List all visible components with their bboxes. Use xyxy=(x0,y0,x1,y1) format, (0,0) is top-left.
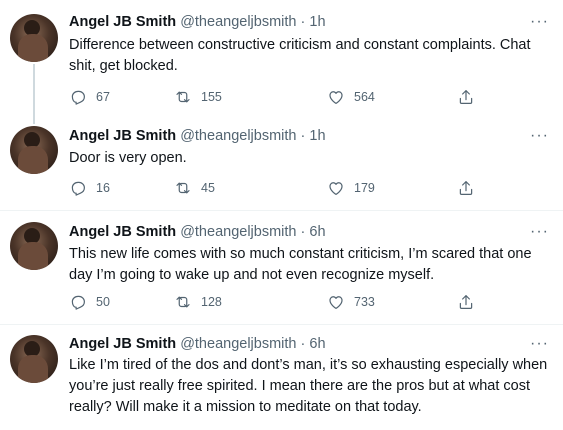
timestamp[interactable]: 1h xyxy=(309,128,325,144)
reply-icon xyxy=(71,90,85,105)
author-name[interactable]: Angel JB Smith xyxy=(69,336,176,352)
tweet-divider xyxy=(0,210,563,211)
author-name[interactable]: Angel JB Smith xyxy=(69,128,176,144)
tweet-actions: 50 128 733 xyxy=(69,292,489,312)
thread-connector xyxy=(33,64,35,124)
tweet-header: Angel JB Smith @theangeljbsmith · 6h xyxy=(69,222,326,242)
tweet-actions: 67 155 564 xyxy=(69,87,489,107)
reply-count: 16 xyxy=(96,181,110,195)
more-icon[interactable]: ··· xyxy=(530,14,549,30)
like-button[interactable]: 733 xyxy=(327,292,375,312)
reply-icon xyxy=(71,295,85,310)
author-handle[interactable]: @theangeljbsmith xyxy=(180,224,296,240)
separator: · xyxy=(296,224,310,240)
timestamp[interactable]: 6h xyxy=(309,224,325,240)
author-name[interactable]: Angel JB Smith xyxy=(69,224,176,240)
like-button[interactable]: 179 xyxy=(327,178,375,198)
reply-button[interactable]: 67 xyxy=(69,87,110,107)
like-icon xyxy=(329,296,343,309)
avatar[interactable] xyxy=(10,14,58,62)
tweet-divider xyxy=(0,324,563,325)
separator: · xyxy=(296,128,310,144)
tweet-text: Difference between constructive criticis… xyxy=(69,37,531,74)
separator: · xyxy=(296,14,310,30)
retweet-icon xyxy=(176,91,190,103)
share-icon xyxy=(459,295,473,309)
share-button[interactable] xyxy=(457,87,484,107)
share-icon xyxy=(459,90,473,104)
reply-count: 50 xyxy=(96,295,110,309)
tweet-actions: 16 45 179 xyxy=(69,178,489,198)
tweet-text: Like I’m tired of the dos and dont’s man… xyxy=(69,357,548,415)
reply-button[interactable]: 50 xyxy=(69,292,110,312)
like-count: 179 xyxy=(354,181,375,195)
tweet-header: Angel JB Smith @theangeljbsmith · 1h xyxy=(69,126,326,146)
retweet-button[interactable]: 155 xyxy=(174,87,222,107)
retweet-icon xyxy=(176,182,190,194)
timestamp[interactable]: 6h xyxy=(309,336,325,352)
share-button[interactable] xyxy=(457,178,484,198)
avatar[interactable] xyxy=(10,222,58,270)
timestamp[interactable]: 1h xyxy=(309,14,325,30)
more-icon[interactable]: ··· xyxy=(530,224,549,240)
tweet-header: Angel JB Smith @theangeljbsmith · 6h xyxy=(69,334,326,354)
author-name[interactable]: Angel JB Smith xyxy=(69,14,176,30)
share-icon xyxy=(459,181,473,195)
like-button[interactable]: 564 xyxy=(327,87,375,107)
more-icon[interactable]: ··· xyxy=(530,336,549,352)
retweet-button[interactable]: 45 xyxy=(174,178,215,198)
tweet-text: This new life comes with so much constan… xyxy=(69,246,532,283)
like-count: 733 xyxy=(354,295,375,309)
author-handle[interactable]: @theangeljbsmith xyxy=(180,336,296,352)
retweet-count: 45 xyxy=(201,181,215,195)
retweet-count: 128 xyxy=(201,295,222,309)
avatar[interactable] xyxy=(10,126,58,174)
avatar[interactable] xyxy=(10,335,58,383)
like-icon xyxy=(329,91,343,104)
retweet-icon xyxy=(176,296,190,308)
retweet-button[interactable]: 128 xyxy=(174,292,222,312)
reply-button[interactable]: 16 xyxy=(69,178,110,198)
reply-icon xyxy=(71,181,85,196)
like-count: 564 xyxy=(354,90,375,104)
author-handle[interactable]: @theangeljbsmith xyxy=(180,128,296,144)
separator: · xyxy=(296,336,310,352)
tweet-header: Angel JB Smith @theangeljbsmith · 1h xyxy=(69,12,326,32)
tweet-text: Door is very open. xyxy=(69,150,187,166)
like-icon xyxy=(329,182,343,195)
author-handle[interactable]: @theangeljbsmith xyxy=(180,14,296,30)
share-button[interactable] xyxy=(457,292,484,312)
more-icon[interactable]: ··· xyxy=(530,128,549,144)
reply-count: 67 xyxy=(96,90,110,104)
retweet-count: 155 xyxy=(201,90,222,104)
